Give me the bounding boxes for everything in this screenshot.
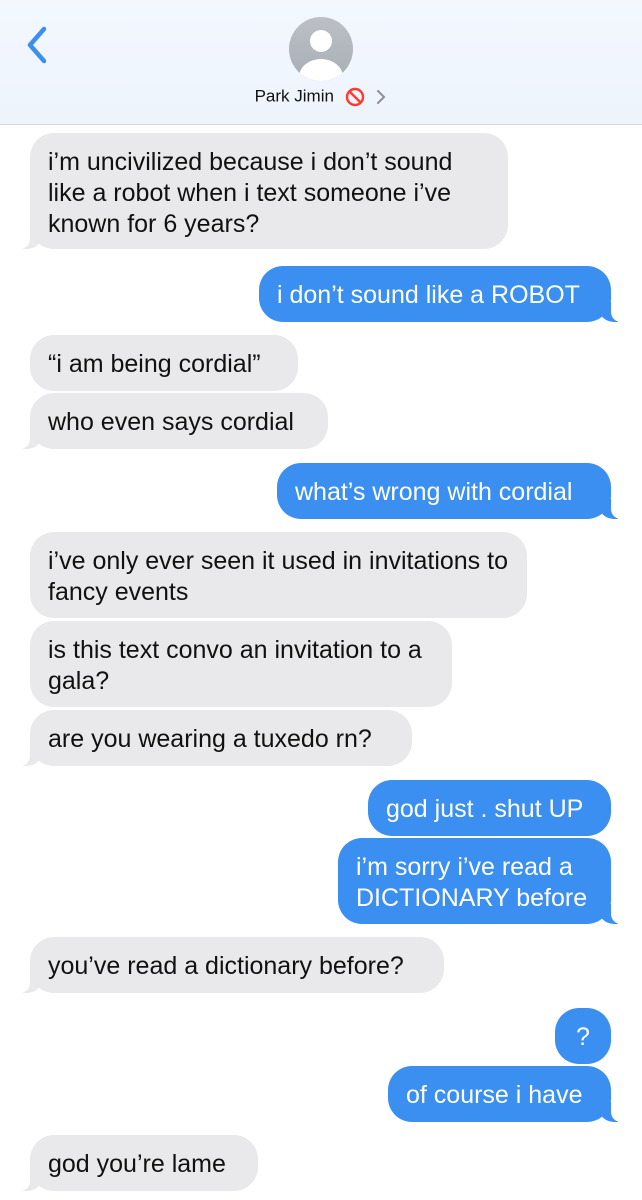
contact-details-link[interactable]: Park Jimin — [0, 86, 642, 107]
incoming-message[interactable]: you’ve read a dictionary before? — [17, 937, 444, 993]
chevron-left-icon — [27, 26, 47, 64]
no-entry-icon — [345, 87, 364, 106]
outgoing-message[interactable]: god just . shut UP — [368, 780, 611, 836]
conversation-header: Park Jimin — [0, 0, 642, 125]
incoming-message[interactable]: are you wearing a tuxedo rn? — [17, 710, 412, 766]
outgoing-message[interactable]: ? — [555, 1008, 611, 1064]
contact-avatar[interactable] — [289, 17, 353, 81]
incoming-message[interactable]: god you’re lame — [17, 1135, 258, 1191]
incoming-message[interactable]: who even says cordial — [17, 393, 328, 449]
outgoing-message[interactable]: of course i have — [388, 1066, 624, 1122]
outgoing-message[interactable]: what’s wrong with cordial — [277, 463, 624, 519]
incoming-message[interactable]: “i am being cordial” — [30, 335, 298, 391]
contact-name: Park Jimin — [254, 86, 334, 106]
incoming-message[interactable]: i’ve only ever seen it used in invitatio… — [30, 532, 527, 618]
incoming-message[interactable]: i’m uncivilized because i don’t sound li… — [17, 133, 508, 249]
incoming-message[interactable]: is this text convo an invitation to a ga… — [30, 621, 452, 707]
chevron-right-icon — [377, 89, 386, 104]
message-thread[interactable]: i’m uncivilized because i don’t sound li… — [0, 125, 642, 1200]
outgoing-message[interactable]: i’m sorry i’ve read a DICTIONARY before — [338, 838, 624, 924]
person-silhouette-icon — [299, 30, 343, 81]
back-button[interactable] — [22, 25, 54, 65]
outgoing-message[interactable]: i don’t sound like a ROBOT — [259, 266, 624, 322]
